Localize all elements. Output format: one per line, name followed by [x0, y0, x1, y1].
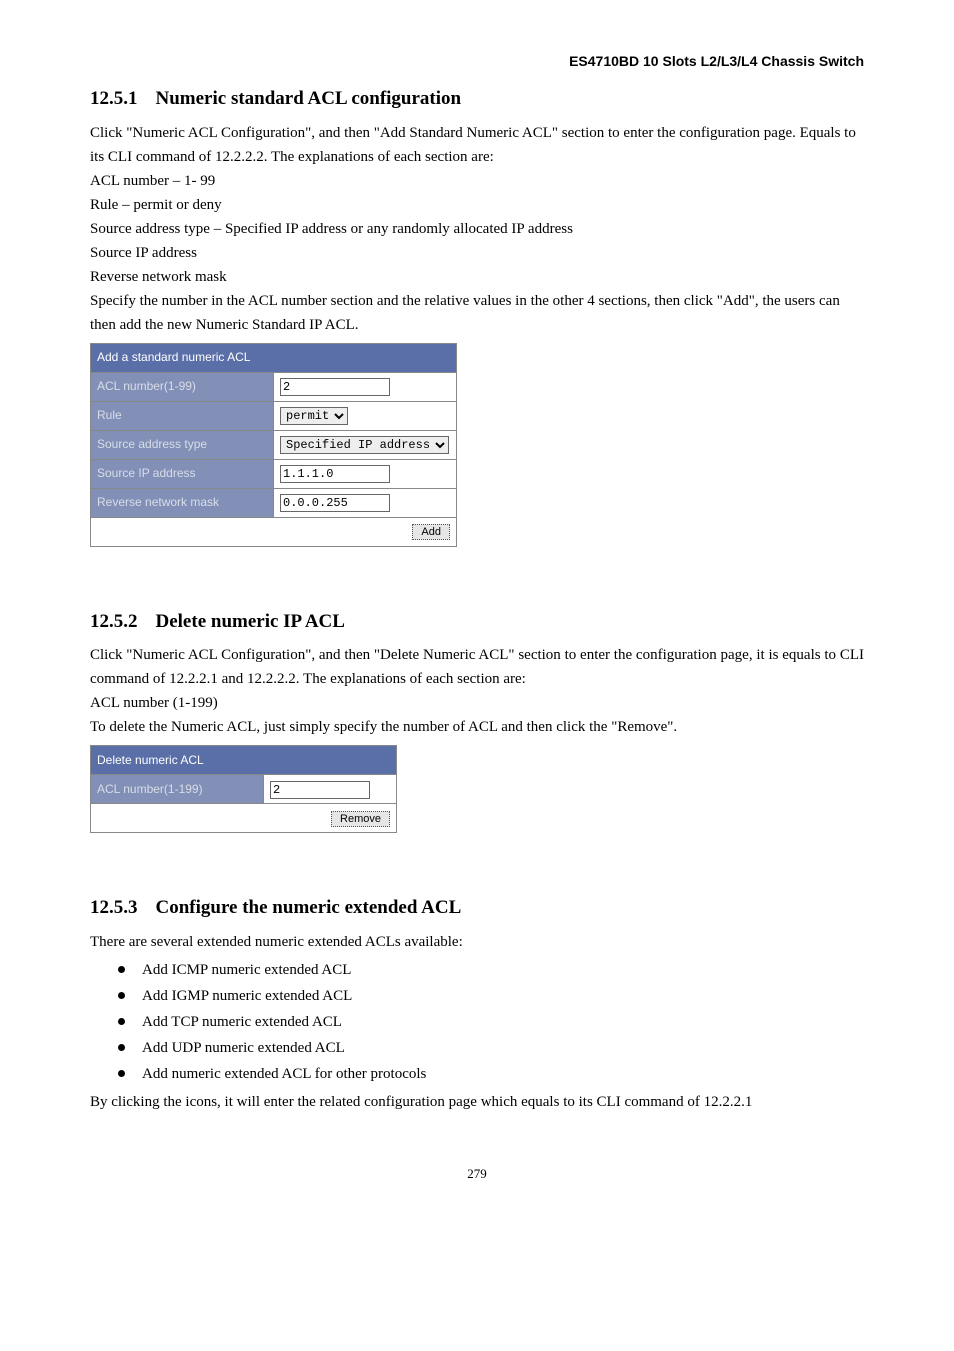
list-item: Add IGMP numeric extended ACL	[118, 984, 864, 1008]
paragraph: Rule – permit or deny	[90, 193, 864, 217]
section-title: Numeric standard ACL configuration	[156, 88, 462, 109]
doc-header: ES4710BD 10 Slots L2/L3/L4 Chassis Switc…	[90, 50, 864, 72]
section-title: Configure the numeric extended ACL	[156, 897, 462, 918]
section-title: Delete numeric IP ACL	[156, 611, 345, 632]
section-heading-2: 12.5.2 Delete numeric IP ACL	[90, 607, 864, 637]
list-item: Add TCP numeric extended ACL	[118, 1010, 864, 1034]
field-label-rule: Rule	[91, 401, 274, 430]
section-number: 12.5.3	[90, 893, 138, 923]
paragraph: Click "Numeric ACL Configuration", and t…	[90, 643, 864, 691]
paragraph: ACL number – 1- 99	[90, 169, 864, 193]
field-label-acl-number: ACL number(1-99)	[91, 372, 274, 401]
paragraph: ACL number (1-199)	[90, 691, 864, 715]
form-caption: Delete numeric ACL	[91, 746, 397, 775]
list-item: Add numeric extended ACL for other proto…	[118, 1062, 864, 1086]
section-number: 12.5.2	[90, 607, 138, 637]
field-label-src-type: Source address type	[91, 430, 274, 459]
field-label-src-ip: Source IP address	[91, 459, 274, 488]
delete-acl-form: Delete numeric ACL ACL number(1-199) Rem…	[90, 745, 397, 833]
form-caption: Add a standard numeric ACL	[91, 343, 457, 372]
paragraph: To delete the Numeric ACL, just simply s…	[90, 715, 864, 739]
ext-acl-list: Add ICMP numeric extended ACL Add IGMP n…	[90, 958, 864, 1086]
page-number: 279	[90, 1164, 864, 1185]
add-button[interactable]: Add	[412, 524, 450, 540]
remove-button[interactable]: Remove	[331, 811, 390, 827]
mask-input[interactable]	[280, 494, 390, 512]
section-number: 12.5.1	[90, 84, 138, 114]
section-heading-1: 12.5.1 Numeric standard ACL configuration	[90, 84, 864, 114]
field-label-acl-number: ACL number(1-199)	[91, 775, 264, 804]
paragraph: Specify the number in the ACL number sec…	[90, 289, 864, 337]
acl-number-input[interactable]	[270, 781, 370, 799]
list-item: Add ICMP numeric extended ACL	[118, 958, 864, 982]
field-label-mask: Reverse network mask	[91, 488, 274, 517]
paragraph: By clicking the icons, it will enter the…	[90, 1090, 864, 1114]
paragraph: Reverse network mask	[90, 265, 864, 289]
add-acl-form: Add a standard numeric ACL ACL number(1-…	[90, 343, 457, 547]
paragraph: There are several extended numeric exten…	[90, 930, 864, 954]
src-type-select[interactable]: Specified IP address	[280, 436, 449, 454]
acl-number-input[interactable]	[280, 378, 390, 396]
paragraph: Source IP address	[90, 241, 864, 265]
section-heading-3: 12.5.3 Configure the numeric extended ACL	[90, 893, 864, 923]
paragraph: Source address type – Specified IP addre…	[90, 217, 864, 241]
rule-select[interactable]: permit	[280, 407, 348, 425]
paragraph: Click "Numeric ACL Configuration", and t…	[90, 121, 864, 169]
src-ip-input[interactable]	[280, 465, 390, 483]
list-item: Add UDP numeric extended ACL	[118, 1036, 864, 1060]
